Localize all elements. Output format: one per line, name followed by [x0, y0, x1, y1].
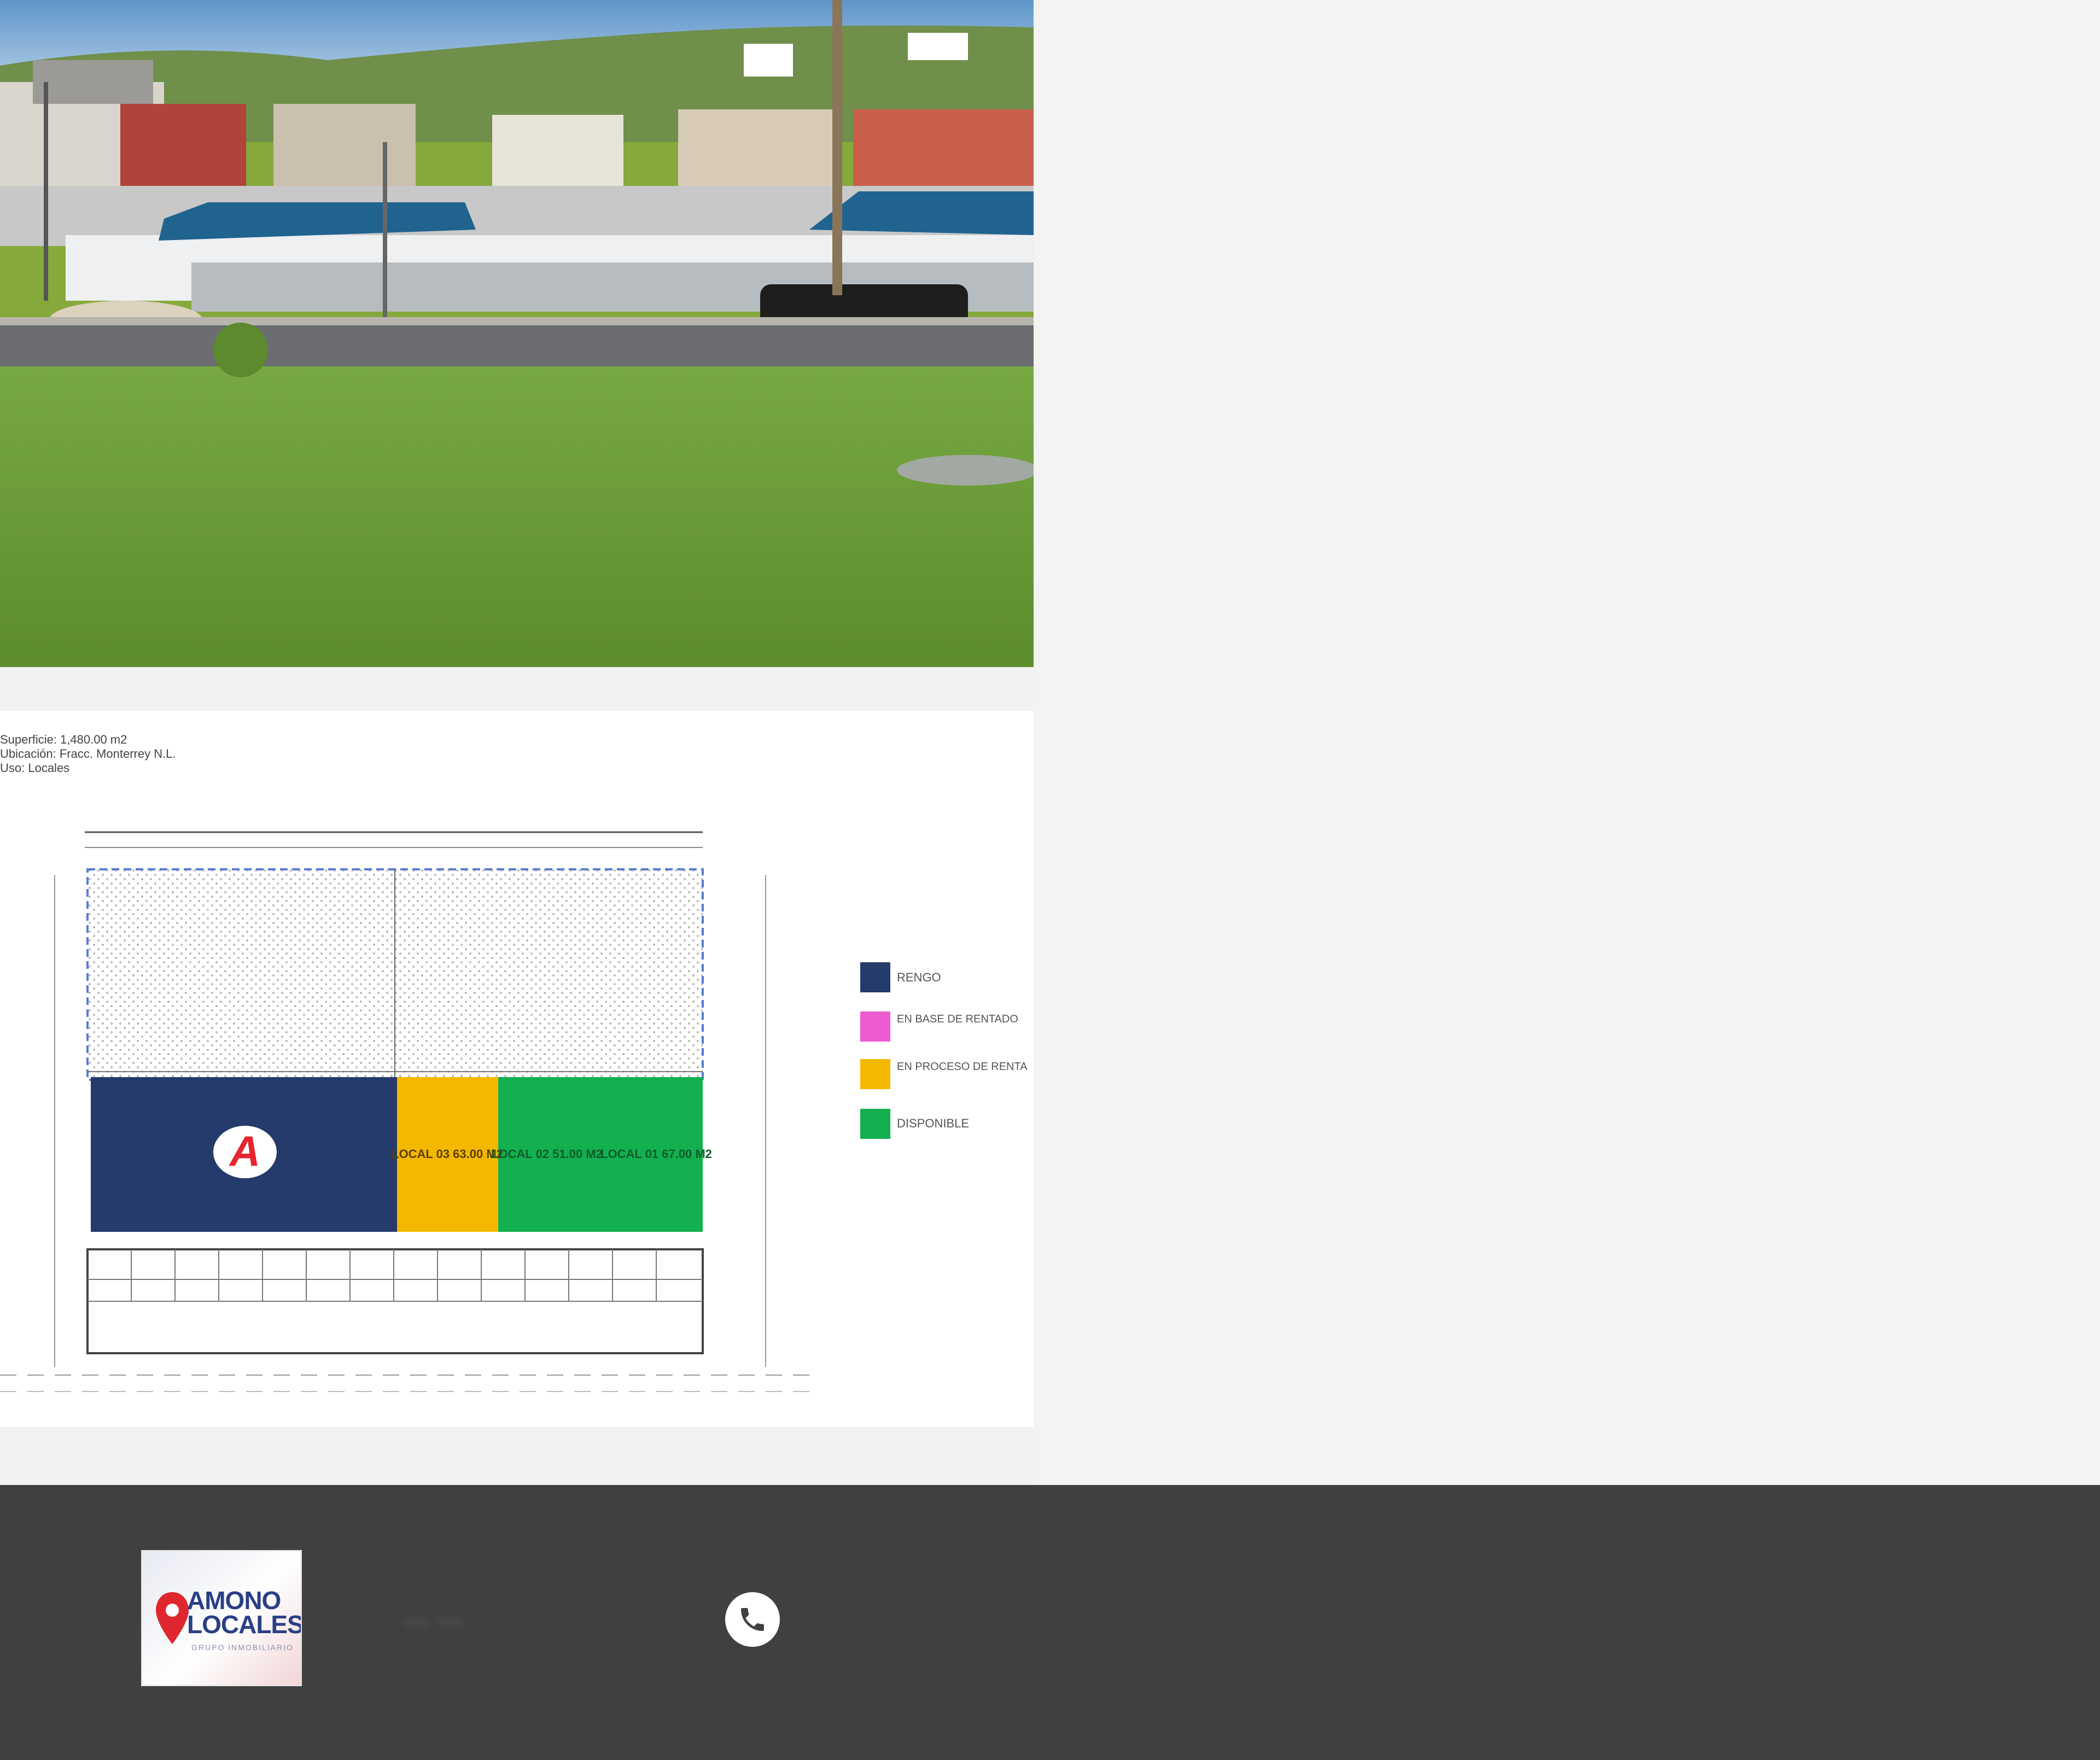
legend-label: EN BASE DE RENTADO — [897, 1013, 1018, 1025]
title-block-line: Uso: Locales — [0, 761, 69, 775]
lot-label: LOCAL 03 63.00 M2 — [392, 1147, 503, 1161]
svg-text:A: A — [229, 1127, 260, 1175]
phone-icon — [741, 1608, 764, 1631]
floor-plan[interactable]: Superficie: 1,480.00 m2 Ubicación: Fracc… — [0, 711, 1034, 1427]
lot-label: LOCAL 01 67.00 M2 — [600, 1147, 712, 1161]
property-photo[interactable] — [0, 0, 1034, 667]
legend-swatch — [860, 1109, 890, 1139]
plan-legend: RENGO EN BASE DE RENTADO EN PROCESO DE R… — [860, 962, 1028, 1139]
site-footer — [0, 1485, 2100, 1760]
content-area — [1034, 0, 2100, 1485]
title-block-line: Ubicación: Fracc. Monterrey N.L. — [0, 747, 176, 761]
footer-logo[interactable]: AMONO LOCALES GRUPO INMOBILIARIO — [141, 1550, 302, 1686]
floor-plan-drawing: Superficie: 1,480.00 m2 Ubicación: Fracc… — [0, 733, 1028, 1392]
legend-swatch — [860, 1059, 890, 1089]
title-block: Superficie: 1,480.00 m2 Ubicación: Fracc… — [0, 733, 176, 775]
lot-label: LOCAL 02 51.00 M2 — [491, 1147, 603, 1161]
footer-contact-text[interactable]: ... ... — [405, 1602, 463, 1629]
legend-label: EN PROCESO DE RENTA — [897, 1061, 1028, 1073]
legend-label: DISPONIBLE — [897, 1116, 969, 1130]
legend-label: RENGO — [897, 970, 941, 984]
legend-swatch — [860, 1011, 890, 1042]
map-pin-icon — [156, 1592, 189, 1644]
logo-line-1: AMONO — [187, 1586, 281, 1615]
legend-swatch — [860, 962, 890, 992]
logo-line-2: LOCALES — [187, 1610, 302, 1639]
property-photo-image — [0, 0, 1034, 667]
phone-button[interactable] — [725, 1592, 780, 1647]
title-block-line: Superficie: 1,480.00 m2 — [0, 733, 127, 746]
logo-subtitle: GRUPO INMOBILIARIO — [191, 1643, 294, 1652]
